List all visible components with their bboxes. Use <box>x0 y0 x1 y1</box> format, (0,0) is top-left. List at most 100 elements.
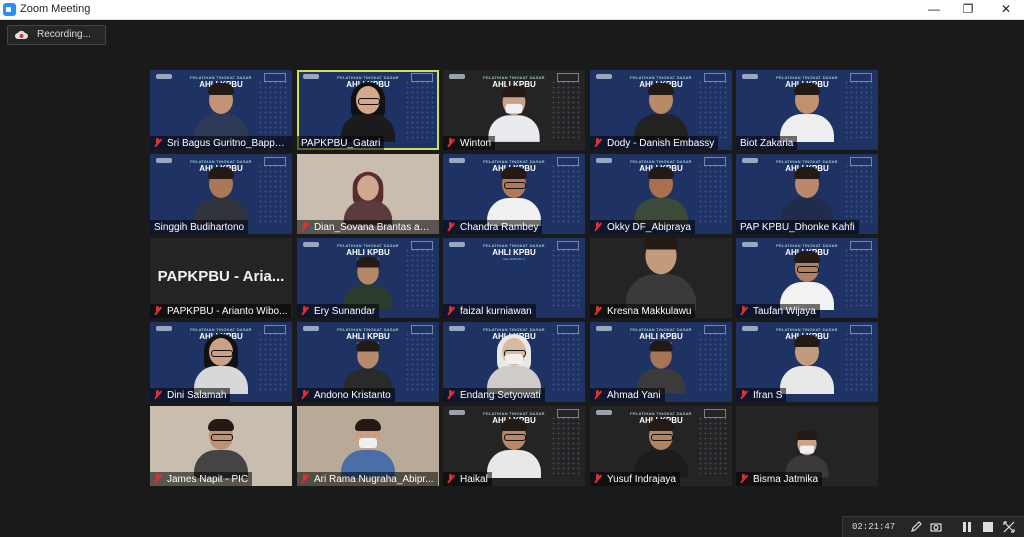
muted-mic-icon <box>593 306 602 316</box>
participant-nameplate: Singgih Budihartono <box>150 220 249 234</box>
muted-mic-icon <box>593 390 602 400</box>
participant-tile[interactable]: PELATIHAN TINGKAT DASARAHLI KPBUGELOMBAN… <box>590 154 732 234</box>
participant-name: Endang Setyowati <box>460 389 541 401</box>
participant-tile[interactable]: PELATIHAN TINGKAT DASARAHLI KPBUGELOMBAN… <box>297 70 439 150</box>
participant-name: Chandra Rambey <box>460 221 539 233</box>
participant-nameplate: faizal kurniawan <box>443 304 536 318</box>
recording-timer: 02:21:47 <box>852 522 896 532</box>
participant-tile[interactable]: PELATIHAN TINGKAT DASARAHLI KPBUGELOMBAN… <box>297 238 439 318</box>
participant-nameplate: Ifran S <box>736 388 787 402</box>
banner-line2: AHLI KPBU <box>492 248 536 257</box>
muted-mic-icon <box>446 222 455 232</box>
participant-tile[interactable]: PELATIHAN TINGKAT DASARAHLI KPBUGELOMBAN… <box>736 154 878 234</box>
participant-tile[interactable]: PELATIHAN TINGKAT DASARAHLI KPBUGELOMBAN… <box>150 154 292 234</box>
participant-nameplate: Bisma Jatmika <box>736 472 823 486</box>
participant-nameplate: Chandra Rambey <box>443 220 543 234</box>
participant-name: PAPKPBU - Arianto Wibo... <box>167 305 288 317</box>
participant-tile[interactable]: PELATIHAN TINGKAT DASARAHLI KPBUGELOMBAN… <box>150 70 292 150</box>
participant-tile[interactable]: PELATIHAN TINGKAT DASARAHLI KPBUGELOMBAN… <box>590 406 732 486</box>
participant-tile[interactable]: Bisma Jatmika <box>736 406 878 486</box>
participant-video <box>483 418 545 478</box>
participant-nameplate: Dody - Danish Embassy <box>590 136 719 150</box>
muted-mic-icon <box>153 138 162 148</box>
participant-name: Dini Salamah <box>167 389 227 401</box>
participant-tile[interactable]: PELATIHAN TINGKAT DASARAHLI KPBUGELOMBAN… <box>443 238 585 318</box>
participant-video <box>633 340 689 394</box>
participant-tile[interactable]: PELATIHAN TINGKAT DASARAHLI KPBUGELOMBAN… <box>443 322 585 402</box>
participant-tile[interactable]: PAPKPBU - Aria... PAPKPBU - Arianto Wibo.… <box>150 238 292 318</box>
cloud-record-icon <box>15 30 28 39</box>
participant-tile[interactable]: Ari Rama Nugraha_Abipr... <box>297 406 439 486</box>
muted-mic-icon <box>739 390 748 400</box>
participant-name: Ifran S <box>753 389 783 401</box>
participant-tile[interactable]: PELATIHAN TINGKAT DASARAHLI KPBUGELOMBAN… <box>736 322 878 402</box>
muted-mic-icon <box>739 474 748 484</box>
participant-video <box>190 418 252 478</box>
close-button[interactable]: ✕ <box>988 0 1024 19</box>
muted-mic-icon <box>446 138 455 148</box>
muted-mic-icon <box>593 138 602 148</box>
pause-icon[interactable] <box>961 521 973 533</box>
participant-tile[interactable]: PELATIHAN TINGKAT DASARAHLI KPBUGELOMBAN… <box>736 238 878 318</box>
muted-mic-icon <box>446 306 455 316</box>
participant-video <box>190 334 252 394</box>
participant-tile[interactable]: PELATIHAN TINGKAT DASARAHLI KPBUGELOMBAN… <box>150 322 292 402</box>
participant-nameplate: Biot Zakaria <box>736 136 798 150</box>
banner-line3: GELOMBANG 4 <box>503 257 525 261</box>
participant-tile[interactable]: PELATIHAN TINGKAT DASARAHLI KPBUGELOMBAN… <box>590 322 732 402</box>
zoom-logo-icon <box>3 3 16 16</box>
participant-name: Taufan Wijaya <box>753 305 816 317</box>
participant-video <box>340 256 396 310</box>
minimize-button[interactable]: — <box>916 0 952 19</box>
participant-nameplate: PAPKPBU_Gatari <box>297 136 385 150</box>
participant-video <box>190 166 252 226</box>
participant-video <box>776 82 838 142</box>
pencil-icon[interactable] <box>910 521 922 533</box>
participant-tile[interactable]: PELATIHAN TINGKAT DASARAHLI KPBUGELOMBAN… <box>297 322 439 402</box>
participant-name: Sri Bagus Guritno_Bappe... <box>166 137 289 149</box>
participant-name: James Napit - PIC <box>167 473 249 485</box>
participant-video <box>483 334 545 394</box>
muted-mic-icon <box>300 390 309 400</box>
participant-nameplate: Ari Rama Nugraha_Abipr... <box>297 472 438 486</box>
participant-tile[interactable]: PELATIHAN TINGKAT DASARAHLI KPBUGELOMBAN… <box>736 70 878 150</box>
participant-video <box>337 418 399 478</box>
participant-video <box>340 171 396 226</box>
muted-mic-icon <box>153 306 162 316</box>
participant-name: Haikal <box>460 473 488 485</box>
participant-video <box>190 82 252 142</box>
participant-name: Andono Kristanto <box>314 389 391 401</box>
participant-tile[interactable]: James Napit - PIC <box>150 406 292 486</box>
participant-nameplate: PAPKPBU - Arianto Wibo... <box>150 304 292 318</box>
recording-toolbar: 02:21:47 <box>842 516 1024 537</box>
recording-indicator[interactable]: Recording... <box>7 25 106 45</box>
participant-video <box>776 334 838 394</box>
participant-nameplate: Dian_Sovana Brantas abi... <box>297 220 439 234</box>
participant-tile[interactable]: PELATIHAN TINGKAT DASARAHLI KPBUGELOMBAN… <box>443 406 585 486</box>
arrows-icon[interactable] <box>1003 521 1015 533</box>
participant-tile[interactable]: PELATIHAN TINGKAT DASARAHLI KPBUGELOMBAN… <box>443 154 585 234</box>
participant-tile[interactable]: Kresna Makkulawu <box>590 238 732 318</box>
muted-mic-icon <box>446 474 455 484</box>
maximize-button[interactable]: ❐ <box>950 0 986 19</box>
participant-tile[interactable]: PELATIHAN TINGKAT DASARAHLI KPBUGELOMBAN… <box>443 70 585 150</box>
muted-mic-icon <box>593 222 602 232</box>
participant-name: PAP KPBU_Dhonke Kahfi <box>740 221 855 233</box>
participant-name: faizal kurniawan <box>460 305 532 317</box>
participant-name: Biot Zakaria <box>740 137 794 149</box>
stop-icon[interactable] <box>982 521 994 533</box>
participant-name: Winton <box>460 137 492 149</box>
participant-tile[interactable]: Dian_Sovana Brantas abi... <box>297 154 439 234</box>
participant-name: Okky DF_Abipraya <box>607 221 691 233</box>
participant-name: PAPKPBU_Gatari <box>301 137 381 149</box>
participant-video <box>630 166 692 226</box>
muted-mic-icon <box>300 474 309 484</box>
camera-icon[interactable] <box>930 521 942 533</box>
participant-name: Ari Rama Nugraha_Abipr... <box>314 473 434 485</box>
participant-nameplate: Andono Kristanto <box>297 388 395 402</box>
participant-tile[interactable]: PELATIHAN TINGKAT DASARAHLI KPBUGELOMBAN… <box>590 70 732 150</box>
participant-name: Kresna Makkulawu <box>607 305 692 317</box>
muted-mic-icon <box>300 222 309 232</box>
participant-nameplate: Dini Salamah <box>150 388 231 402</box>
participant-nameplate: PAP KPBU_Dhonke Kahfi <box>736 220 859 234</box>
